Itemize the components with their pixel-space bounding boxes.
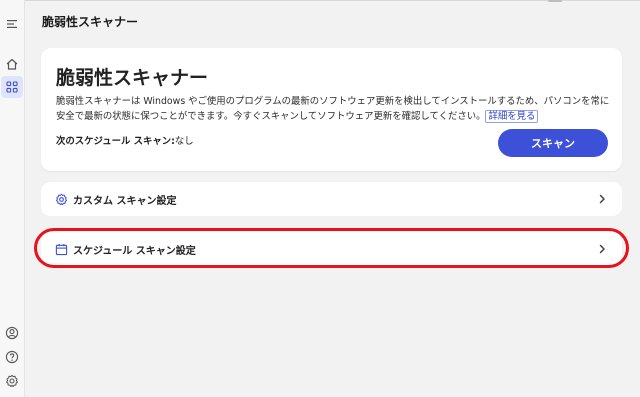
hero-description: 脆弱性スキャナーは Windows やご使用のプログラムの最新のソフトウェア更新… — [56, 94, 612, 124]
window-top-border — [0, 0, 640, 1]
scan-button[interactable]: スキャン — [498, 129, 608, 157]
window-top-notch — [548, 0, 562, 2]
next-schedule-info: 次のスケジュール スキャン:なし — [56, 133, 194, 147]
help-icon[interactable] — [1, 346, 23, 368]
learn-more-link[interactable]: 詳細を見る — [485, 110, 539, 123]
home-icon[interactable] — [1, 53, 23, 75]
custom-scan-settings-row[interactable]: カスタム スキャン設定 — [41, 182, 622, 216]
hero-title: 脆弱性スキャナー — [56, 67, 209, 89]
next-schedule-value: なし — [174, 136, 194, 147]
chevron-right-icon — [599, 194, 605, 204]
scanner-hero-card: 脆弱性スキャナー 脆弱性スキャナーは Windows やご使用のプログラムの最新… — [41, 48, 622, 171]
apps-grid-icon[interactable] — [1, 76, 23, 98]
custom-scan-settings-label: カスタム スキャン設定 — [73, 195, 177, 207]
page-title: 脆弱性スキャナー — [42, 15, 139, 29]
highlight-annotation — [34, 228, 629, 268]
settings-icon[interactable] — [1, 370, 23, 392]
next-schedule-label: 次のスケジュール スキャン: — [56, 136, 175, 147]
gear-icon — [54, 192, 68, 206]
account-icon[interactable] — [1, 322, 23, 344]
menu-icon[interactable] — [1, 13, 23, 35]
nav-rail — [0, 0, 25, 397]
